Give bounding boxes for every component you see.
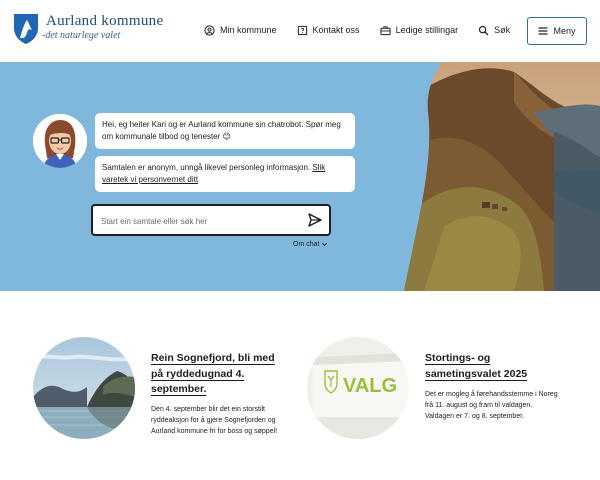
greeting-text: Hei, eg heiter Kari og er Aurland kommun… [102, 120, 341, 141]
news-image-sognefjord[interactable] [33, 337, 135, 439]
chat-bubble-greeting: Hei, eg heiter Kari og er Aurland kommun… [95, 113, 355, 149]
nav-label: Kontakt oss [312, 25, 360, 35]
nav-kontakt-oss[interactable]: Kontakt oss [297, 22, 360, 38]
menu-label: Meny [553, 26, 576, 36]
send-icon[interactable] [307, 212, 323, 228]
news-text-ryddedugnad: Den 4. september blir det ein storstilt … [151, 406, 278, 435]
chatbot-hero: Hei, eg heiter Kari og er Aurland kommun… [0, 62, 600, 291]
privacy-text: Samtalen er anonym, unngå likevel person… [102, 163, 311, 172]
coat-of-arms-icon [14, 14, 38, 44]
news-image-valg[interactable]: VALG [307, 337, 409, 439]
about-chat-toggle[interactable]: Om chat [293, 241, 328, 248]
nav-label: Søk [494, 25, 511, 35]
logo-tagline: -det naturlege valet [42, 30, 121, 41]
search-icon [478, 25, 489, 35]
chevron-down-icon [322, 242, 328, 247]
chat-search-input[interactable] [101, 214, 301, 228]
valg-sign-text: VALG [343, 375, 397, 397]
logo[interactable]: Aurland kommune -det naturlege valet [12, 12, 163, 46]
about-chat-label: Om chat [293, 241, 320, 248]
site-header: Aurland kommune -det naturlege valet Min… [0, 0, 600, 62]
nav-label: Ledige stillingar [395, 25, 459, 35]
user-circle-icon [204, 24, 215, 36]
chat-bubble-privacy: Samtalen er anonym, unngå likevel person… [95, 156, 355, 192]
news-title-ryddedugnad[interactable]: Rein Sognefjord, bli med på ryddedugnad … [151, 351, 281, 398]
hamburger-icon [538, 27, 548, 35]
nav-min-kommune[interactable]: Min kommune [204, 22, 277, 38]
nav-ledige-stillingar[interactable]: Ledige stillingar [379, 22, 459, 38]
menu-button[interactable]: Meny [527, 17, 587, 45]
question-box-icon [297, 25, 307, 35]
briefcase-icon [379, 25, 391, 35]
logo-name: Aurland kommune [46, 13, 164, 29]
nav-sok[interactable]: Søk [478, 22, 510, 38]
news-title-valet[interactable]: Stortings- og sametingsvalet 2025 [425, 351, 555, 382]
chatbot-avatar [33, 114, 87, 168]
nav-label: Min kommune [220, 25, 277, 35]
news-text-valet: Det er mogleg å førehandsstemme i Noreg … [425, 391, 558, 420]
hero-landscape-photo [404, 62, 600, 291]
chat-search-box [91, 204, 331, 236]
main-nav: Min kommune Kontakt oss Ledige stillinga… [204, 22, 530, 38]
